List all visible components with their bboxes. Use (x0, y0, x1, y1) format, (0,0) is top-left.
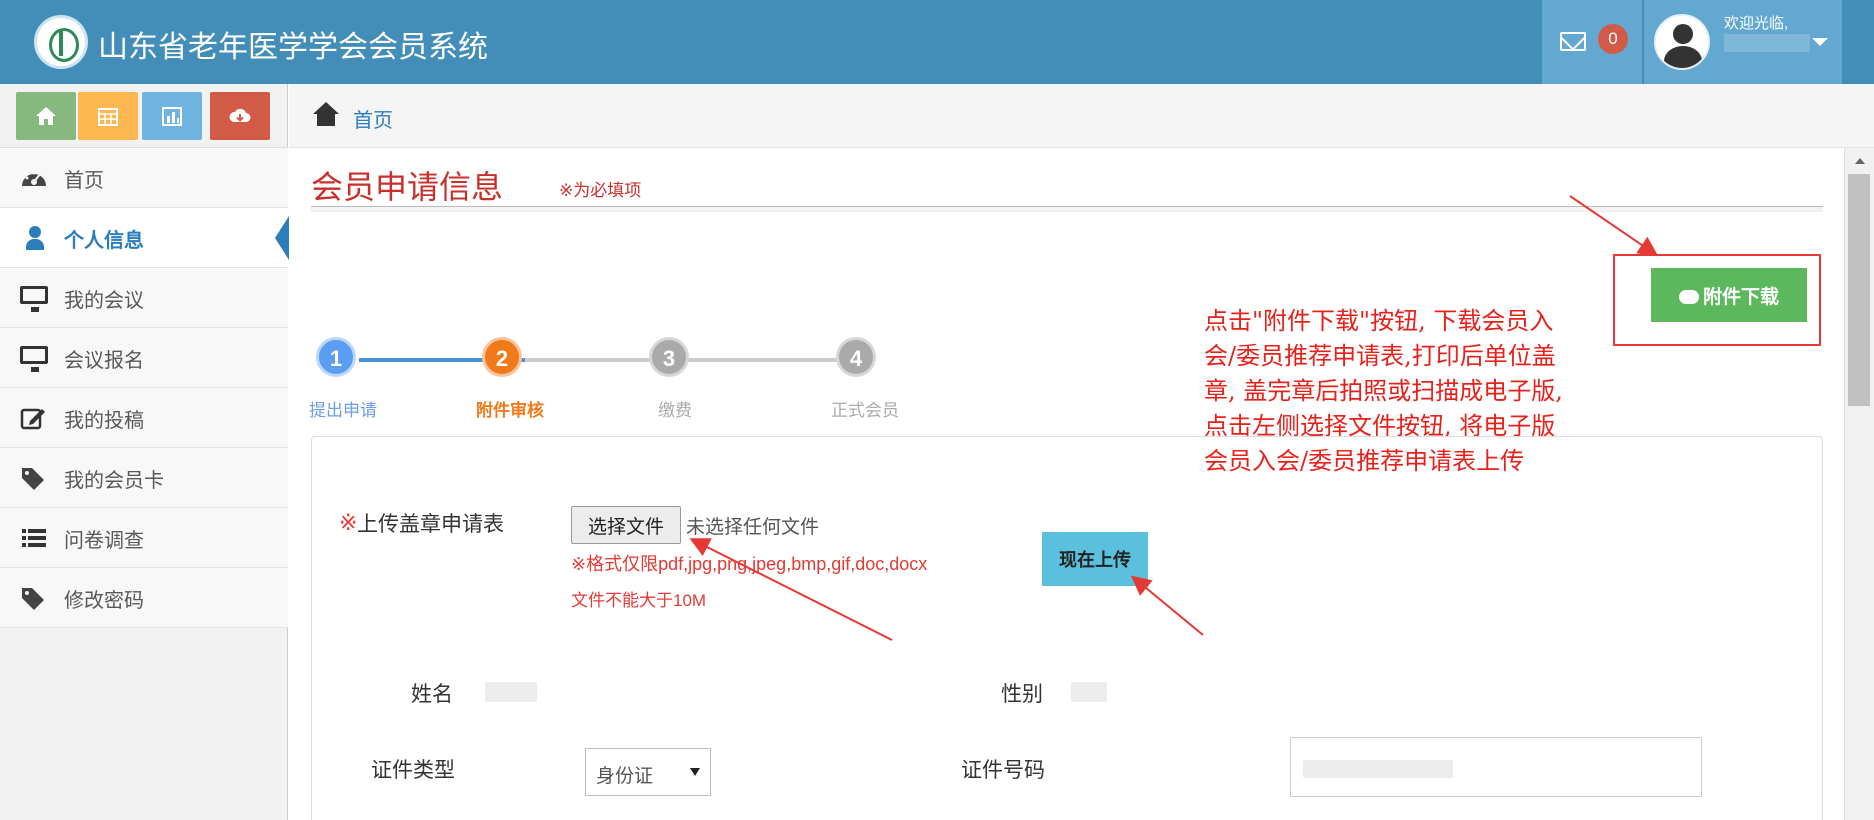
step-2-circle: 2 (482, 337, 522, 377)
gender-value-redacted (1071, 682, 1107, 702)
sidebar-item-label: 我的会议 (64, 290, 144, 312)
name-label: 姓名 (411, 682, 453, 706)
name-value-redacted (485, 682, 537, 702)
sidebar-item-my-submissions[interactable]: 我的投稿 (0, 388, 288, 448)
cloud-download-icon (229, 108, 251, 122)
title-divider (311, 206, 1823, 212)
home-icon (313, 102, 339, 126)
sidebar-item-survey[interactable]: 问卷调查 (0, 508, 288, 568)
sidebar-item-home[interactable]: 首页 (0, 148, 288, 208)
tag-icon (22, 468, 44, 490)
shortcut-chart-button[interactable] (142, 92, 202, 140)
step-3-circle: 3 (649, 337, 689, 377)
shortcut-home-button[interactable] (16, 92, 76, 140)
id-type-select[interactable]: 身份证 (585, 748, 711, 796)
breadcrumb-home-link[interactable]: 首页 (353, 104, 393, 133)
step-1-label: 提出申请 (309, 401, 377, 421)
sidebar-item-label: 我的会员卡 (64, 470, 164, 492)
step-4-label: 正式会员 (831, 401, 899, 421)
user-icon (26, 226, 44, 250)
sidebar-item-label: 会议报名 (64, 350, 144, 372)
gender-label: 性别 (1001, 682, 1043, 706)
list-icon (22, 529, 46, 547)
step-1-circle: 1 (316, 337, 356, 377)
sidebar-item-label: 问卷调查 (64, 530, 144, 552)
no-file-text: 未选择任何文件 (686, 517, 820, 538)
logo (34, 15, 88, 69)
username-redacted (1724, 34, 1810, 52)
id-number-redacted (1303, 760, 1453, 778)
shortcut-download-button[interactable] (210, 92, 270, 140)
app-title: 山东省老年医学学会会员系统 (98, 31, 488, 64)
choose-file-button[interactable]: 选择文件 (571, 506, 681, 544)
page-scrollbar[interactable] (1844, 148, 1874, 820)
format-hint: ※格式仅限pdf,jpg,png,jpeg,bmp,gif,doc,docx (571, 554, 928, 574)
upload-label: 上传盖章申请表 (357, 512, 504, 536)
id-type-label: 证件类型 (371, 758, 455, 782)
breadcrumb: 首页 (289, 84, 1874, 148)
tag-icon (22, 588, 44, 610)
envelope-icon (1560, 32, 1586, 51)
sidebar-item-my-meetings[interactable]: 我的会议 (0, 268, 288, 328)
sidebar: 首页 个人信息 我的会议 会议报名 我的投稿 我的会员卡 问卷调查 修改密码 (0, 84, 289, 820)
monitor-icon (20, 346, 48, 372)
sidebar-item-label: 修改密码 (64, 590, 144, 612)
step-2-label: 附件审核 (476, 401, 544, 421)
sidebar-item-label: 我的投稿 (64, 410, 144, 432)
scroll-up-icon[interactable] (1855, 158, 1865, 164)
message-count-badge: 0 (1598, 24, 1628, 54)
sidebar-item-label: 个人信息 (64, 230, 144, 252)
id-type-value: 身份证 (596, 765, 654, 787)
edit-icon (20, 408, 45, 430)
messages-button[interactable]: 0 (1542, 0, 1642, 84)
page-title: 会员申请信息 (311, 169, 504, 205)
top-navbar: 山东省老年医学学会会员系统 0 欢迎光临, (0, 0, 1874, 84)
sidebar-item-member-card[interactable]: 我的会员卡 (0, 448, 288, 508)
sidebar-item-change-password[interactable]: 修改密码 (0, 568, 288, 628)
main-content: 会员申请信息 ※为必填项 附件下载 点击"附件下载"按钮, 下载会员入会/委员推… (289, 148, 1844, 820)
welcome-text: 欢迎光临, (1724, 15, 1789, 32)
monitor-icon (20, 286, 48, 312)
required-marker: ※ (339, 510, 358, 535)
step-connector (687, 358, 857, 362)
download-button-label: 附件下载 (1702, 286, 1779, 308)
attachment-download-button[interactable]: 附件下载 (1651, 268, 1807, 322)
size-hint: 文件不能大于10M (571, 591, 707, 610)
id-number-label: 证件号码 (961, 758, 1045, 782)
upload-now-button[interactable]: 现在上传 (1042, 532, 1148, 586)
sidebar-item-meeting-registration[interactable]: 会议报名 (0, 328, 288, 388)
step-3-label: 缴费 (658, 401, 692, 421)
dashboard-icon (22, 171, 46, 186)
caret-down-icon (1812, 38, 1828, 46)
dropdown-arrow-icon (690, 768, 700, 776)
required-note: ※为必填项 (559, 181, 642, 200)
home-icon (36, 107, 56, 125)
scroll-thumb[interactable] (1848, 174, 1870, 406)
cloud-download-icon (1678, 289, 1699, 304)
sidebar-item-profile[interactable]: 个人信息 (0, 208, 289, 268)
id-number-input[interactable] (1290, 737, 1702, 797)
sidebar-item-label: 首页 (64, 170, 104, 192)
calendar-icon (98, 108, 118, 126)
shortcut-calendar-button[interactable] (78, 92, 138, 140)
bar-chart-icon (162, 107, 182, 126)
step-4-circle: 4 (836, 337, 876, 377)
user-menu[interactable]: 欢迎光临, (1644, 0, 1842, 84)
avatar (1654, 14, 1710, 70)
